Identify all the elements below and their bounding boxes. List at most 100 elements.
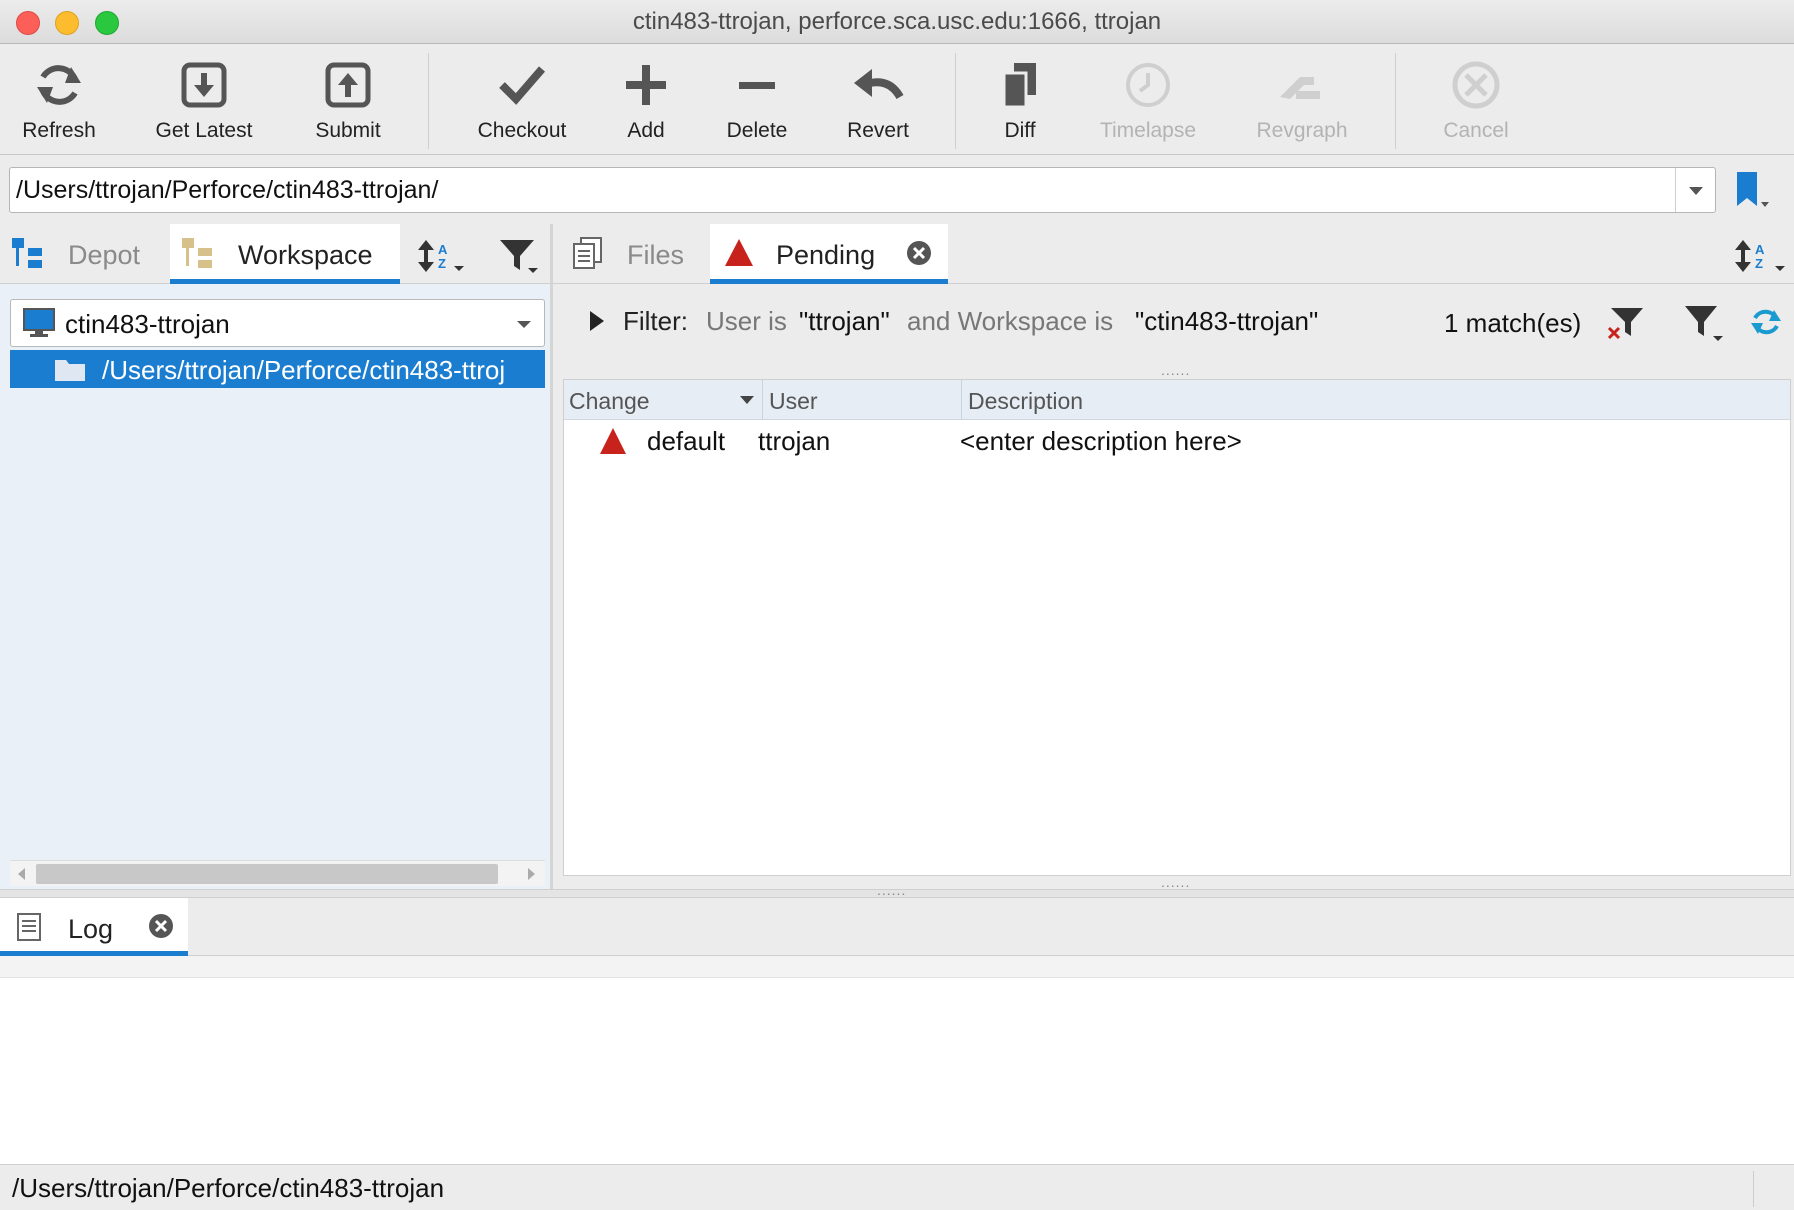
- workspace-select[interactable]: ctin483-ttrojan: [10, 299, 545, 347]
- sort-button-right[interactable]: A Z: [1735, 236, 1791, 276]
- log-tabs: Log: [0, 898, 1794, 956]
- row-description: <enter description here>: [960, 426, 1242, 456]
- clear-filter-icon[interactable]: [1605, 302, 1645, 342]
- path-value: /Users/ttrojan/Perforce/ctin483-ttrojan/: [16, 176, 439, 204]
- toolbar: Refresh Get Latest Submit Checkout Add D…: [0, 45, 1794, 155]
- status-path: /Users/ttrojan/Perforce/ctin483-ttrojan: [12, 1173, 445, 1203]
- workspace-tree-item[interactable]: /Users/ttrojan/Perforce/ctin483-ttroj: [10, 350, 545, 388]
- depot-tree-icon: [12, 238, 42, 268]
- svg-text:A: A: [1755, 242, 1765, 257]
- folder-icon: [55, 360, 85, 381]
- bookmark-icon: [1737, 172, 1769, 207]
- sort-az-icon: A Z: [418, 240, 464, 272]
- window-title: ctin483-ttrojan, perforce.sca.usc.edu:16…: [632, 8, 1162, 35]
- close-tab-icon[interactable]: [148, 913, 174, 939]
- revert-arrow-icon: [854, 69, 904, 100]
- column-divider[interactable]: [961, 380, 962, 420]
- tab-depot[interactable]: Depot: [0, 224, 168, 284]
- column-header-change[interactable]: Change: [569, 388, 650, 415]
- splitter-handle[interactable]: ......: [877, 882, 906, 898]
- refresh-button[interactable]: Refresh: [8, 45, 110, 155]
- match-count: 1 match(es): [1444, 308, 1582, 338]
- revert-button[interactable]: Revert: [828, 45, 928, 155]
- clock-icon: [1126, 63, 1170, 107]
- column-header-description[interactable]: Description: [968, 388, 1083, 415]
- delete-label: Delete: [726, 119, 788, 142]
- refresh-icon: [37, 65, 81, 105]
- workspace-folder-icon: [182, 238, 212, 268]
- pending-changelist-icon: [600, 428, 626, 454]
- bookmark-button[interactable]: [1735, 172, 1771, 212]
- right-panel: Files Pending A Z Filter: User is "ttroj…: [553, 224, 1794, 890]
- scroll-left-icon[interactable]: [16, 867, 28, 881]
- splitter-handle[interactable]: ......: [1161, 362, 1190, 378]
- tab-files-label: Files: [627, 240, 685, 270]
- cancel-button[interactable]: Cancel: [1430, 45, 1522, 155]
- minus-icon: [739, 82, 775, 89]
- tab-log[interactable]: Log: [0, 898, 188, 956]
- column-divider[interactable]: [762, 380, 763, 420]
- filter-label: Filter:: [623, 306, 688, 336]
- filter-text-workspace: and Workspace is: [907, 306, 1114, 336]
- delete-button[interactable]: Delete: [714, 45, 800, 155]
- chevron-down-icon: [1689, 187, 1703, 195]
- column-header-user[interactable]: User: [769, 388, 818, 415]
- scroll-right-icon[interactable]: [525, 867, 537, 881]
- revgraph-button[interactable]: Revgraph: [1250, 45, 1354, 155]
- add-label: Add: [627, 119, 665, 142]
- timelapse-button[interactable]: Timelapse: [1090, 45, 1206, 155]
- tab-workspace-label: Workspace: [238, 240, 373, 270]
- diff-button[interactable]: Diff: [980, 45, 1060, 155]
- toolbar-separator: [1395, 53, 1396, 149]
- get-latest-button[interactable]: Get Latest: [140, 45, 268, 155]
- tab-pending-label: Pending: [776, 240, 876, 270]
- table-row[interactable]: default ttrojan <enter description here>: [564, 420, 1790, 460]
- status-bar: /Users/ttrojan/Perforce/ctin483-ttrojan: [0, 1164, 1794, 1210]
- close-tab-icon[interactable]: [906, 240, 932, 266]
- table-header: Change User Description: [564, 380, 1790, 420]
- files-icon: [573, 237, 602, 269]
- submit-button[interactable]: Submit: [296, 45, 400, 155]
- revgraph-label: Revgraph: [1256, 119, 1348, 142]
- diff-label: Diff: [1004, 119, 1036, 142]
- tab-pending[interactable]: Pending: [710, 224, 948, 284]
- svg-text:A: A: [438, 242, 448, 257]
- get-latest-label: Get Latest: [155, 119, 253, 142]
- scrollbar-thumb[interactable]: [36, 864, 498, 884]
- revgraph-icon: [1280, 77, 1320, 99]
- refresh-icon[interactable]: [1749, 304, 1783, 340]
- expand-triangle-icon[interactable]: [588, 310, 606, 332]
- horizontal-splitter[interactable]: ......: [0, 882, 1794, 898]
- splitter-handle[interactable]: ......: [1161, 874, 1190, 890]
- checkmark-icon: [499, 66, 546, 105]
- path-field[interactable]: /Users/ttrojan/Perforce/ctin483-ttrojan/: [9, 167, 1716, 213]
- cancel-label: Cancel: [1443, 119, 1509, 142]
- toolbar-separator: [955, 53, 956, 149]
- filter-workspace-value: "ctin483-ttrojan": [1135, 306, 1319, 336]
- filter-text-user: User is: [706, 306, 787, 336]
- computer-monitor-icon: [23, 308, 55, 337]
- toolbar-separator: [428, 53, 429, 149]
- log-document-icon: [17, 913, 41, 941]
- cancel-icon: [1452, 61, 1500, 109]
- log-content[interactable]: [0, 978, 1794, 1164]
- path-dropdown-button[interactable]: [1675, 168, 1715, 212]
- pending-triangle-icon: [725, 239, 753, 266]
- get-latest-icon: [181, 62, 227, 108]
- status-divider: [1753, 1171, 1754, 1207]
- sort-button[interactable]: A Z: [418, 236, 474, 276]
- filter-user-value: "ttrojan": [799, 306, 890, 336]
- tab-workspace[interactable]: Workspace: [170, 224, 400, 284]
- horizontal-scrollbar[interactable]: [10, 860, 545, 886]
- filter-funnel-icon[interactable]: [1683, 302, 1727, 344]
- title-bar: ctin483-ttrojan, perforce.sca.usc.edu:16…: [0, 0, 1794, 44]
- sort-descending-icon[interactable]: [739, 394, 755, 406]
- filter-button[interactable]: [498, 236, 542, 278]
- right-tabs: Files Pending A Z: [553, 224, 1794, 284]
- filter-funnel-icon: [500, 240, 538, 273]
- plus-icon: [626, 65, 666, 105]
- filter-row: Filter: User is "ttrojan" and Workspace …: [553, 296, 1794, 346]
- checkout-button[interactable]: Checkout: [466, 45, 578, 155]
- tab-files[interactable]: Files: [553, 224, 708, 284]
- add-button[interactable]: Add: [606, 45, 686, 155]
